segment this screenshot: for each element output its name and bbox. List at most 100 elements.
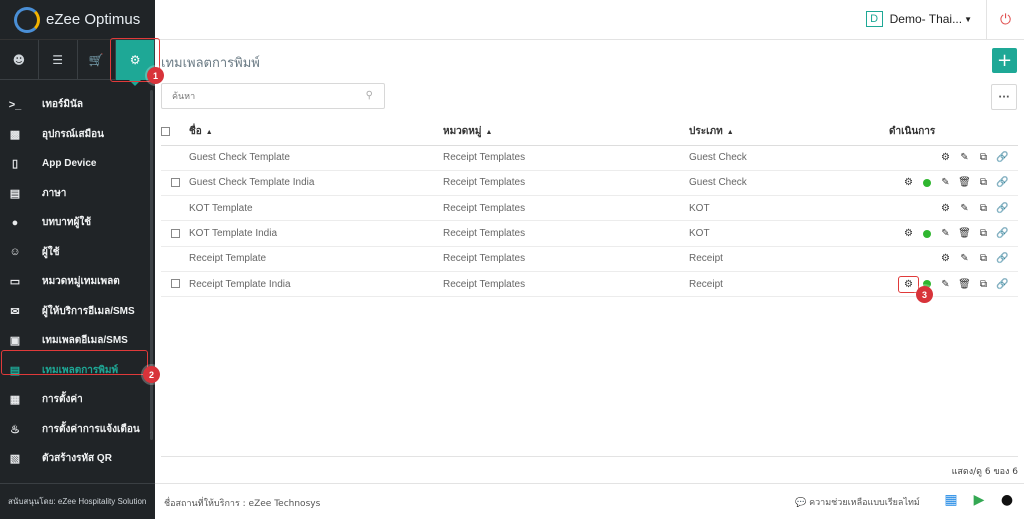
power-icon[interactable]: ⏻ <box>986 0 1024 40</box>
gear-icon[interactable]: ⚙ <box>936 253 955 264</box>
user-tab-icon[interactable]: ☻ <box>0 40 39 80</box>
link-icon[interactable]: 🔗 <box>993 152 1012 163</box>
sidebar-item-qr-generator[interactable]: ▧ ตัวสร้างรหัส QR <box>0 444 155 474</box>
column-header-actions: ดำเนินการ <box>889 119 1018 146</box>
template-name: Guest Check Template India <box>189 170 443 197</box>
search-placeholder: ค้นหา <box>172 92 196 102</box>
sidebar-item-terminal[interactable]: >_ เทอร์มินัล <box>0 90 155 120</box>
column-header-category[interactable]: หมวดหมู่ ▲ <box>443 119 689 146</box>
user-role-icon: ● <box>11 216 19 229</box>
sidebar-item-notification-settings[interactable]: ♨ การตั้งค่าการแจ้งเตือน <box>0 415 155 445</box>
template-type: KOT <box>689 195 889 222</box>
template-type: Guest Check <box>689 170 889 197</box>
chat-icon: 💬 <box>795 498 807 508</box>
link-icon[interactable]: 🔗 <box>993 279 1012 290</box>
edit-icon[interactable]: ✎ <box>955 152 974 163</box>
sidebar-item-email-sms-provider[interactable]: ✉ ผู้ให้บริการอีเมล/SMS <box>0 297 155 327</box>
phone-icon: ▯ <box>11 158 19 171</box>
sidebar-item-user-role[interactable]: ● บทบาทผู้ใช้ <box>0 208 155 238</box>
sidebar-footer: สนับสนุนโดย: eZee Hospitality Solution <box>0 483 155 519</box>
template-category: Receipt Templates <box>443 145 689 171</box>
copy-icon[interactable]: ⧉ <box>974 228 993 239</box>
copy-icon[interactable]: ⧉ <box>974 279 993 290</box>
gear-icon[interactable]: ⚙ <box>899 228 918 239</box>
sort-asc-icon: ▲ <box>726 129 734 137</box>
link-icon[interactable]: 🔗 <box>993 228 1012 239</box>
edit-icon[interactable]: ✎ <box>936 177 955 188</box>
app-logo[interactable]: eZee Optimus <box>0 0 155 40</box>
search-input[interactable]: ค้นหา ⚲ <box>161 83 385 109</box>
active-status-dot[interactable] <box>923 229 931 238</box>
edit-icon[interactable]: ✎ <box>936 228 955 239</box>
live-help-link[interactable]: 💬 ความช่วยเหลือแบบเรียลไทม์ <box>795 495 920 509</box>
table-row: KOT Template Receipt Templates KOT ⚙ ✎ ⧉… <box>161 195 1018 222</box>
callout-highlight-print-template <box>1 350 148 375</box>
sidebar-item-virtual-device[interactable]: ▩ อุปกรณ์เสมือน <box>0 120 155 150</box>
edit-icon[interactable]: ✎ <box>955 203 974 214</box>
sidebar-item-template-category[interactable]: ▭ หมวดหมู่เทมเพลต <box>0 267 155 297</box>
callout-badge-3: 3 <box>916 286 933 303</box>
sidebar-item-app-device[interactable]: ▯ App Device <box>0 149 155 179</box>
row-checkbox[interactable] <box>170 228 180 238</box>
user-icon: ☺ <box>9 246 21 259</box>
column-header-type[interactable]: ประเภท ▲ <box>689 119 889 146</box>
sidebar-item-label: ผู้ใช้ <box>42 246 60 258</box>
gear-icon[interactable]: ⚙ <box>936 203 955 214</box>
list-tab-icon[interactable]: ☰ <box>39 40 78 80</box>
google-play-icon[interactable]: ▶ <box>970 491 988 509</box>
gear-icon[interactable]: ⚙ <box>899 177 918 188</box>
sidebar-item-label: เทมเพลตอีเมล/SMS <box>42 335 128 347</box>
template-category: Receipt Templates <box>443 195 689 222</box>
sidebar-item-label: หมวดหมู่เทมเพลต <box>42 276 120 288</box>
sidebar-item-label: App Device <box>42 158 97 170</box>
apple-icon[interactable]: ● <box>998 491 1016 509</box>
copy-icon[interactable]: ⧉ <box>974 152 993 163</box>
sort-asc-icon: ▲ <box>485 129 493 137</box>
template-type: Receipt <box>689 271 889 298</box>
edit-icon[interactable]: ✎ <box>955 253 974 264</box>
sidebar-item-language[interactable]: ▤ ภาษา <box>0 179 155 209</box>
link-icon[interactable]: 🔗 <box>993 177 1012 188</box>
template-name: KOT Template <box>189 195 443 222</box>
link-icon[interactable]: 🔗 <box>993 203 1012 214</box>
live-help-label: ความช่วยเหลือแบบเรียลไทม์ <box>809 498 920 508</box>
table-row: Guest Check Template Receipt Templates G… <box>161 145 1018 171</box>
template-name: Receipt Template <box>189 246 443 272</box>
sidebar-item-label: ภาษา <box>42 187 67 199</box>
template-type: Guest Check <box>689 145 889 171</box>
copy-icon[interactable]: ⧉ <box>974 203 993 214</box>
link-icon[interactable]: 🔗 <box>993 253 1012 264</box>
sidebar-menu: >_ เทอร์มินัล ▩ อุปกรณ์เสมือน ▯ App Device … <box>0 80 155 474</box>
active-status-dot[interactable] <box>923 178 931 187</box>
sidebar-item-label: ตัวสร้างรหัส QR <box>42 453 112 465</box>
table-row: KOT Template India Receipt Templates KOT… <box>161 220 1018 247</box>
search-icon: ⚲ <box>365 90 373 101</box>
top-header: D Demo- Thai... ▼ ⏻ <box>155 0 1024 40</box>
edit-icon[interactable]: ✎ <box>936 279 955 290</box>
property-name: Demo- Thai... <box>889 12 963 26</box>
row-checkbox[interactable] <box>170 178 180 188</box>
row-checkbox[interactable] <box>170 279 180 289</box>
delete-icon[interactable]: 🗑 <box>955 177 974 188</box>
copy-icon[interactable]: ⧉ <box>974 253 993 264</box>
windows-icon[interactable]: ▦ <box>942 491 960 509</box>
select-all-checkbox[interactable] <box>161 127 170 137</box>
delete-icon[interactable]: 🗑 <box>955 228 974 239</box>
property-selector[interactable]: D Demo- Thai... ▼ <box>865 11 972 27</box>
add-template-button[interactable]: + <box>992 48 1017 73</box>
more-options-button[interactable]: ··· <box>991 84 1017 110</box>
sidebar-scrollbar[interactable] <box>150 90 153 440</box>
callout-badge-2: 2 <box>143 366 160 383</box>
gear-icon[interactable]: ⚙ <box>936 152 955 163</box>
logo-mark-icon <box>14 6 40 33</box>
inbox-icon: ▭ <box>9 276 21 289</box>
language-icon: ▤ <box>9 187 21 200</box>
sidebar-item-label: เทอร์มินัล <box>42 99 83 111</box>
delete-icon[interactable]: 🗑 <box>955 279 974 290</box>
pagination-info: แสดง/ดู 6 ของ 6 <box>951 467 1018 477</box>
copy-icon[interactable]: ⧉ <box>974 177 993 188</box>
gear-icon[interactable]: ⚙ <box>898 275 919 293</box>
column-header-name[interactable]: ชื่อ ▲ <box>189 119 443 146</box>
sidebar-item-settings[interactable]: ▦ การตั้งค่า <box>0 385 155 415</box>
sidebar-item-users[interactable]: ☺ ผู้ใช้ <box>0 238 155 268</box>
